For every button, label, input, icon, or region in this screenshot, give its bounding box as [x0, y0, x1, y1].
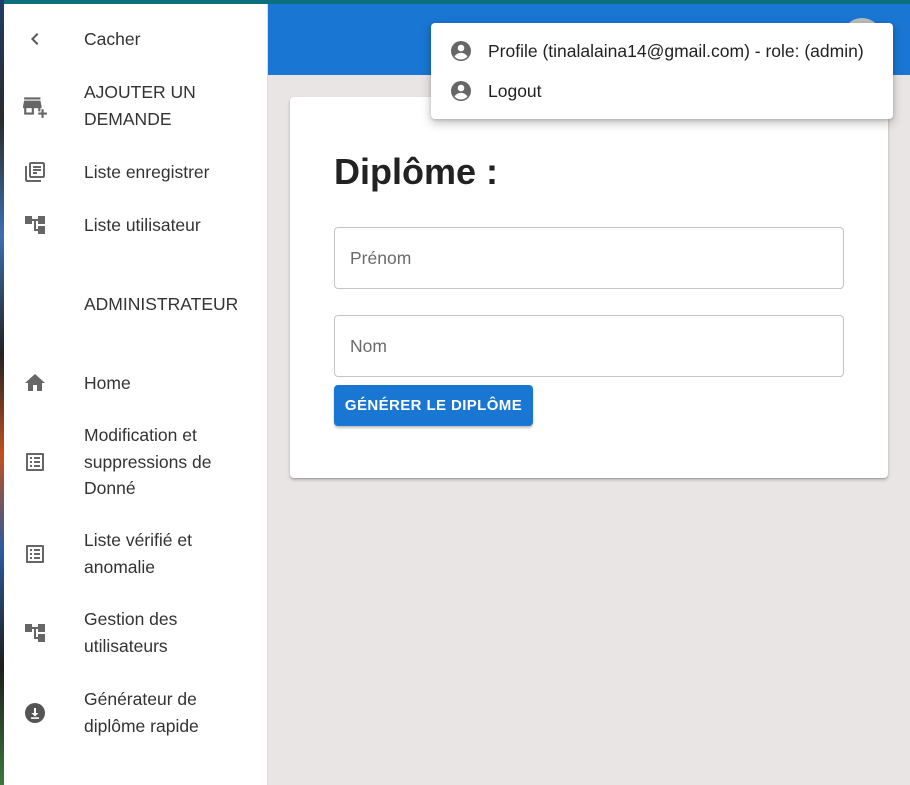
- sidebar-item-liste-verifie[interactable]: Liste vérifié et anomalie: [4, 527, 268, 580]
- sidebar-item-label: Liste vérifié et anomalie: [84, 530, 192, 577]
- sidebar-item-home[interactable]: Home: [4, 370, 268, 396]
- sidebar-item-label: Cacher: [84, 28, 141, 49]
- sidebar-item-modification[interactable]: Modification et suppressions de Donné: [4, 422, 268, 502]
- sidebar-section-label: ADMINISTRATEUR: [84, 293, 239, 314]
- account-circle-icon: [451, 41, 471, 61]
- sidebar-item-label: Modification et suppressions de Donné: [84, 425, 212, 499]
- menu-item-profile[interactable]: Profile (tinalalaina14@gmail.com) - role…: [431, 31, 893, 71]
- sidebar-item-label: AJOUTER UN DEMANDE: [84, 82, 196, 129]
- firstname-input[interactable]: [334, 227, 844, 289]
- sidebar-item-liste-enregistrer[interactable]: Liste enregistrer: [4, 159, 268, 185]
- sidebar-item-liste-utilisateur[interactable]: Liste utilisateur: [4, 212, 268, 238]
- library-books-icon: [22, 159, 48, 185]
- generate-diploma-button[interactable]: GÉNÉRER LE DIPLÔME: [334, 385, 533, 426]
- chevron-left-icon: [22, 26, 48, 52]
- diploma-form-card: Diplôme : GÉNÉRER LE DIPLÔME: [290, 97, 888, 478]
- add-business-icon: [22, 93, 48, 119]
- logout-label: Logout: [488, 80, 542, 101]
- list-alt-icon: [22, 449, 48, 475]
- sidebar-section-administrateur: ADMINISTRATEUR: [4, 291, 268, 317]
- sidebar-item-label: Gestion des utilisateurs: [84, 609, 178, 656]
- home-icon: [22, 370, 48, 396]
- sidebar-item-label: Générateur de diplôme rapide: [84, 689, 199, 736]
- sidebar-item-label: Liste enregistrer: [84, 161, 210, 182]
- profile-label: Profile (tinalalaina14@gmail.com) - role…: [488, 40, 864, 61]
- account-menu: Profile (tinalalaina14@gmail.com) - role…: [431, 23, 893, 119]
- download-circle-icon: [22, 700, 48, 726]
- sidebar-drawer: Cacher AJOUTER UN DEMANDE Liste enregist…: [4, 4, 268, 785]
- sidebar-item-label: Home: [84, 372, 131, 393]
- sidebar-item-ajouter-demande[interactable]: AJOUTER UN DEMANDE: [4, 79, 268, 132]
- account-tree-icon: [22, 212, 48, 238]
- menu-item-logout[interactable]: Logout: [431, 71, 893, 111]
- lastname-input[interactable]: [334, 315, 844, 377]
- account-tree-icon: [22, 620, 48, 646]
- sidebar-item-gestion-utilisateurs[interactable]: Gestion des utilisateurs: [4, 606, 268, 659]
- sidebar-item-label: Liste utilisateur: [84, 214, 201, 235]
- sidebar-item-generateur-diplome[interactable]: Générateur de diplôme rapide: [4, 686, 268, 739]
- page-title: Diplôme :: [334, 151, 499, 192]
- account-circle-icon: [451, 81, 471, 101]
- list-alt-icon: [22, 541, 48, 567]
- sidebar-item-cacher[interactable]: Cacher: [4, 26, 268, 52]
